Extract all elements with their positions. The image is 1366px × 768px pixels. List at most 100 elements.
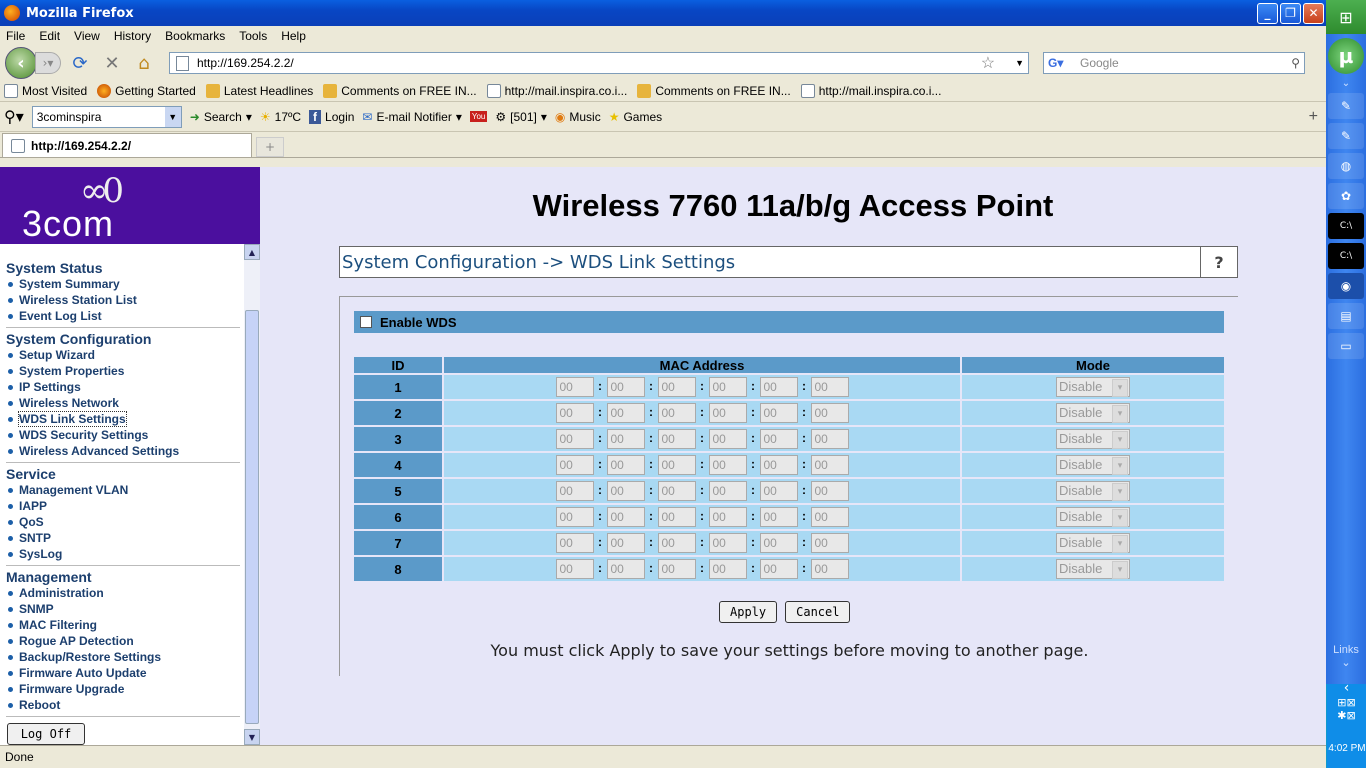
scroll-up-icon[interactable]: ▲ bbox=[244, 244, 260, 260]
mac-octet-input[interactable]: 00 bbox=[657, 507, 696, 527]
menu-edit[interactable]: Edit bbox=[39, 29, 60, 43]
restore-button[interactable]: ❐ bbox=[1280, 2, 1301, 24]
sidebar-item-firmware-auto-update[interactable]: Firmware Auto Update bbox=[6, 665, 242, 681]
close-button[interactable]: ✕ bbox=[1303, 2, 1324, 24]
mac-octet-input[interactable]: 00 bbox=[555, 377, 594, 397]
taskbar-cmd-icon[interactable]: C:\ bbox=[1328, 213, 1364, 239]
mac-octet-input[interactable]: 00 bbox=[555, 507, 594, 527]
menu-help[interactable]: Help bbox=[281, 29, 306, 43]
search-icon[interactable]: ⚲ bbox=[1291, 56, 1300, 70]
mac-octet-input[interactable]: 00 bbox=[555, 403, 594, 423]
tray-expand-icon[interactable]: ‹ bbox=[1327, 680, 1366, 696]
links-toolbar[interactable]: Links ⌄ bbox=[1326, 644, 1366, 669]
back-button[interactable]: ‹ bbox=[5, 47, 37, 79]
home-icon[interactable]: ⌂ bbox=[131, 50, 157, 76]
games-button[interactable]: ★ Games bbox=[609, 110, 662, 124]
mac-octet-input[interactable]: 00 bbox=[708, 403, 747, 423]
mac-octet-input[interactable]: 00 bbox=[555, 533, 594, 553]
mac-octet-input[interactable]: 00 bbox=[810, 533, 849, 553]
chevron-down-icon[interactable]: ⌄ bbox=[1326, 656, 1366, 669]
music-button[interactable]: ◉ Music bbox=[555, 110, 601, 124]
mode-select[interactable]: Disable bbox=[1056, 481, 1130, 501]
mac-octet-input[interactable]: 00 bbox=[708, 559, 747, 579]
taskbar-app-icon[interactable]: ✎ bbox=[1328, 93, 1364, 119]
mac-octet-input[interactable]: 00 bbox=[555, 429, 594, 449]
forward-button[interactable]: ›▾ bbox=[35, 52, 61, 74]
mac-octet-input[interactable]: 00 bbox=[708, 377, 747, 397]
sidebar-item-qos[interactable]: QoS bbox=[6, 514, 242, 530]
mac-octet-input[interactable]: 00 bbox=[708, 533, 747, 553]
mac-octet-input[interactable]: 00 bbox=[810, 403, 849, 423]
bookmark-item[interactable]: Comments on FREE IN... bbox=[323, 83, 477, 98]
sidebar-item-firmware-upgrade[interactable]: Firmware Upgrade bbox=[6, 681, 242, 697]
minimize-button[interactable]: _ bbox=[1257, 2, 1278, 24]
mac-octet-input[interactable]: 00 bbox=[657, 455, 696, 475]
toolbar-search-button[interactable]: ➜ Search ▾ bbox=[190, 110, 252, 124]
sidebar-item-sntp[interactable]: SNTP bbox=[6, 530, 242, 546]
taskbar-app-icon[interactable]: ✎ bbox=[1328, 123, 1364, 149]
email-notifier-button[interactable]: ✉ E-mail Notifier ▾ bbox=[362, 110, 461, 124]
url-bar[interactable]: http://169.254.2.2/ ☆ ▼ bbox=[169, 52, 1029, 74]
mac-octet-input[interactable]: 00 bbox=[810, 559, 849, 579]
tab-current[interactable]: http://169.254.2.2/ bbox=[2, 133, 252, 157]
mac-octet-input[interactable]: 00 bbox=[759, 455, 798, 475]
sidebar-item-system-summary[interactable]: System Summary bbox=[6, 276, 242, 292]
bookmark-item[interactable]: Getting Started bbox=[97, 83, 196, 98]
mac-octet-input[interactable]: 00 bbox=[708, 507, 747, 527]
mac-octet-input[interactable]: 00 bbox=[606, 507, 645, 527]
weather-button[interactable]: ☀ 17ºC bbox=[260, 110, 301, 124]
mac-octet-input[interactable]: 00 bbox=[657, 377, 696, 397]
sidebar-item-backup-restore[interactable]: Backup/Restore Settings bbox=[6, 649, 242, 665]
sidebar-item-system-properties[interactable]: System Properties bbox=[6, 363, 242, 379]
mac-octet-input[interactable]: 00 bbox=[555, 481, 594, 501]
bluetooth-icon[interactable]: ✱⊠ bbox=[1327, 709, 1366, 722]
windows-logo-icon[interactable]: ⊞ bbox=[1326, 0, 1366, 34]
taskbar-cmd-icon[interactable]: C:\ bbox=[1328, 243, 1364, 269]
help-button[interactable]: ? bbox=[1200, 247, 1237, 277]
sidebar-item-event-log-list[interactable]: Event Log List bbox=[6, 308, 242, 324]
mode-select[interactable]: Disable bbox=[1056, 533, 1130, 553]
sidebar-item-setup-wizard[interactable]: Setup Wizard bbox=[6, 347, 242, 363]
sidebar-item-wireless-network[interactable]: Wireless Network bbox=[6, 395, 242, 411]
taskbar-firefox-icon[interactable]: ◉ bbox=[1328, 273, 1364, 299]
mode-select[interactable]: Disable bbox=[1056, 455, 1130, 475]
mac-octet-input[interactable]: 00 bbox=[810, 455, 849, 475]
bookmark-item[interactable]: http://mail.inspira.co.i... bbox=[800, 83, 941, 98]
network-icon[interactable]: ⊞⊠ bbox=[1327, 696, 1366, 709]
mac-octet-input[interactable]: 00 bbox=[657, 429, 696, 449]
sidebar-item-management-vlan[interactable]: Management VLAN bbox=[6, 482, 242, 498]
mode-select[interactable]: Disable bbox=[1056, 559, 1130, 579]
chevron-down-icon[interactable]: ⌄ bbox=[1326, 78, 1366, 89]
mac-octet-input[interactable]: 00 bbox=[606, 559, 645, 579]
mac-octet-input[interactable]: 00 bbox=[759, 377, 798, 397]
mac-octet-input[interactable]: 00 bbox=[759, 507, 798, 527]
reload-icon[interactable]: ⟳ bbox=[67, 50, 93, 76]
chevron-down-icon[interactable]: ▼ bbox=[164, 106, 181, 127]
menu-history[interactable]: History bbox=[114, 29, 151, 43]
sidebar-item-administration[interactable]: Administration bbox=[6, 585, 242, 601]
sidebar-item-mac-filtering[interactable]: MAC Filtering bbox=[6, 617, 242, 633]
menu-tools[interactable]: Tools bbox=[239, 29, 267, 43]
mac-octet-input[interactable]: 00 bbox=[759, 403, 798, 423]
mode-select[interactable]: Disable bbox=[1056, 507, 1130, 527]
mac-octet-input[interactable]: 00 bbox=[759, 533, 798, 553]
apply-button[interactable]: Apply bbox=[719, 601, 778, 623]
sidebar-item-wds-link-settings[interactable]: WDS Link Settings bbox=[6, 411, 242, 427]
add-icon[interactable]: + bbox=[1309, 108, 1318, 126]
bookmark-star-icon[interactable]: ☆ bbox=[981, 53, 995, 73]
mac-octet-input[interactable]: 00 bbox=[606, 403, 645, 423]
sidebar-item-rogue-ap-detection[interactable]: Rogue AP Detection bbox=[6, 633, 242, 649]
mode-select[interactable]: Disable bbox=[1056, 377, 1130, 397]
stop-icon[interactable]: ✕ bbox=[99, 50, 125, 76]
mac-octet-input[interactable]: 00 bbox=[810, 481, 849, 501]
mode-select[interactable]: Disable bbox=[1056, 403, 1130, 423]
scroll-thumb[interactable] bbox=[245, 310, 259, 724]
mac-octet-input[interactable]: 00 bbox=[606, 455, 645, 475]
menu-bookmarks[interactable]: Bookmarks bbox=[165, 29, 225, 43]
new-tab-button[interactable]: + bbox=[256, 137, 284, 157]
sidebar-item-reboot[interactable]: Reboot bbox=[6, 697, 242, 713]
taskbar-app-icon[interactable]: ✿ bbox=[1328, 183, 1364, 209]
search-input[interactable]: G▾ Google ⚲ bbox=[1043, 52, 1305, 74]
sidebar-item-wireless-station-list[interactable]: Wireless Station List bbox=[6, 292, 242, 308]
sidebar-item-snmp[interactable]: SNMP bbox=[6, 601, 242, 617]
